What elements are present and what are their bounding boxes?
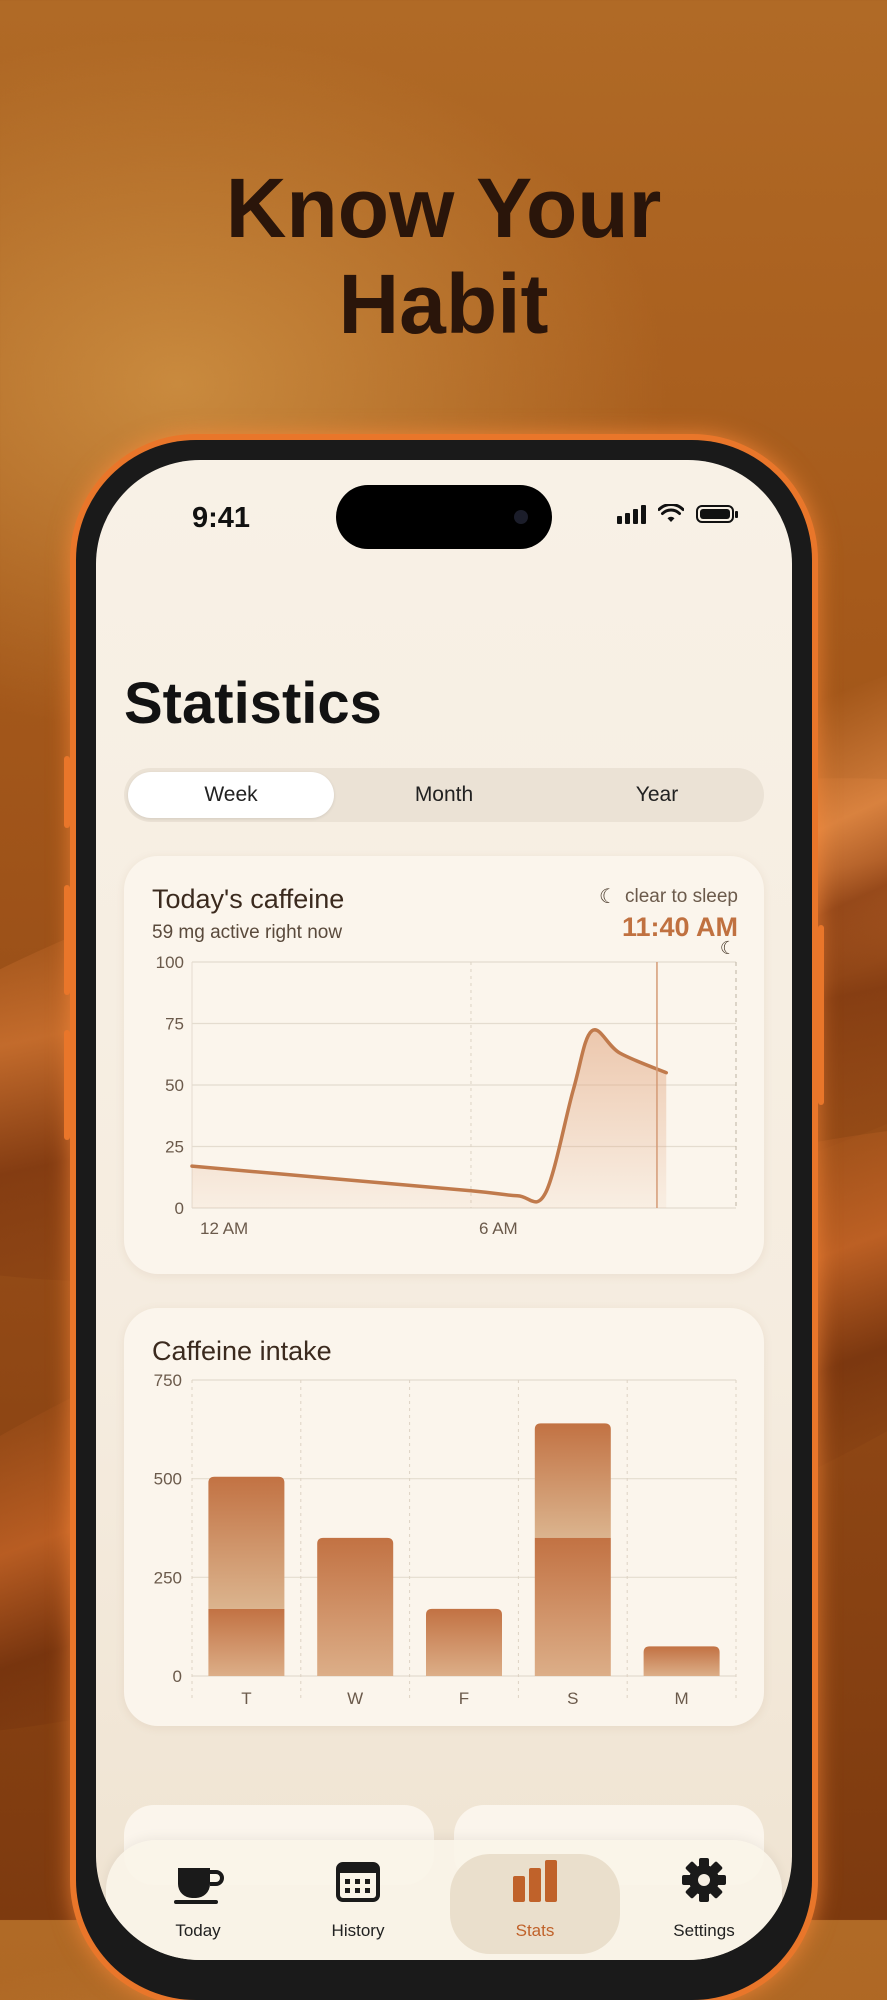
tab-label: Settings: [673, 1921, 735, 1940]
bar-segment: [208, 1608, 285, 1676]
gear-icon: [634, 1854, 774, 1919]
y-tick-label: 50: [165, 1076, 184, 1095]
todays-caffeine-card[interactable]: Today's caffeine 59 mg active right now …: [124, 856, 764, 1274]
y-tick-label: 500: [154, 1470, 182, 1489]
x-tick-label: F: [459, 1689, 469, 1708]
tab-stats[interactable]: Stats: [450, 1854, 620, 1954]
bar-chart-icon: [450, 1854, 620, 1919]
volume-down-button: [64, 1030, 70, 1140]
y-tick-label: 75: [165, 1015, 184, 1034]
coffee-cup-icon: [128, 1854, 268, 1919]
card-title: Today's caffeine: [152, 884, 345, 914]
bar-segment: [208, 1476, 285, 1609]
y-tick-label: 0: [175, 1199, 184, 1218]
x-tick-label: W: [347, 1689, 363, 1708]
power-button: [818, 925, 824, 1105]
headline-line-1: Know Your: [225, 161, 662, 255]
tab-today[interactable]: Today: [128, 1854, 268, 1954]
x-tick-label: S: [567, 1689, 578, 1708]
calendar-icon: [288, 1854, 428, 1919]
y-tick-label: 250: [154, 1568, 182, 1587]
phone-screen: 9:41 Statistics Week Month Year Today's …: [96, 460, 792, 1960]
caffeine-intake-card[interactable]: Caffeine intake 750 500 250 0 T W F S M: [124, 1308, 764, 1726]
sleep-label-text: clear to sleep: [624, 885, 738, 907]
sleep-label: ☾ clear to sleep: [599, 884, 738, 909]
bar-segment: [534, 1423, 611, 1538]
caffeine-line-chart: 100 75 50 25 0 12 AM 6 AM: [156, 956, 737, 1238]
segment-week[interactable]: Week: [128, 772, 334, 818]
headline-line-2: Habit: [338, 257, 549, 351]
y-tick-label: 100: [156, 956, 184, 972]
mute-switch: [64, 756, 70, 828]
card-title: Caffeine intake: [152, 1336, 332, 1366]
moon-icon: ☾: [599, 886, 617, 908]
x-tick-label: 6 AM: [479, 1219, 518, 1238]
x-tick-label: M: [675, 1689, 689, 1708]
bar: [426, 1608, 502, 1676]
bar-segment: [534, 1537, 611, 1676]
y-tick-label: 25: [165, 1138, 184, 1157]
page-title: Statistics: [124, 671, 382, 736]
segment-month[interactable]: Month: [341, 772, 547, 818]
x-tick-label: 12 AM: [200, 1219, 248, 1238]
y-tick-label: 750: [154, 1374, 182, 1390]
tab-bar: Today History Stats Settings: [106, 1840, 782, 1960]
tab-history[interactable]: History: [288, 1854, 428, 1954]
volume-up-button: [64, 885, 70, 995]
y-tick-label: 0: [173, 1667, 182, 1686]
caffeine-intake-bar-chart: 750 500 250 0 T W F S M: [154, 1374, 737, 1708]
bar: [317, 1537, 394, 1676]
signal-icon: [617, 504, 646, 524]
wifi-icon: [658, 504, 684, 522]
camera-icon: [514, 510, 528, 524]
active-caffeine-text: 59 mg active right now: [152, 922, 343, 943]
status-time: 9:41: [192, 502, 251, 534]
tab-label: Today: [175, 1921, 221, 1940]
period-segmented-control: Week Month Year: [124, 768, 764, 822]
battery-icon: [696, 505, 738, 523]
bar: [643, 1646, 720, 1676]
status-bar: 9:41: [96, 460, 792, 570]
tab-label: Stats: [515, 1921, 555, 1940]
caffeine-area: [192, 1029, 667, 1208]
status-icons: [617, 504, 738, 524]
tab-settings[interactable]: Settings: [634, 1854, 774, 1954]
headline: Know Your Habit: [0, 160, 887, 352]
dynamic-island: [336, 485, 552, 549]
segment-year[interactable]: Year: [554, 772, 760, 818]
x-tick-label: T: [241, 1689, 251, 1708]
tab-label: History: [331, 1921, 385, 1940]
